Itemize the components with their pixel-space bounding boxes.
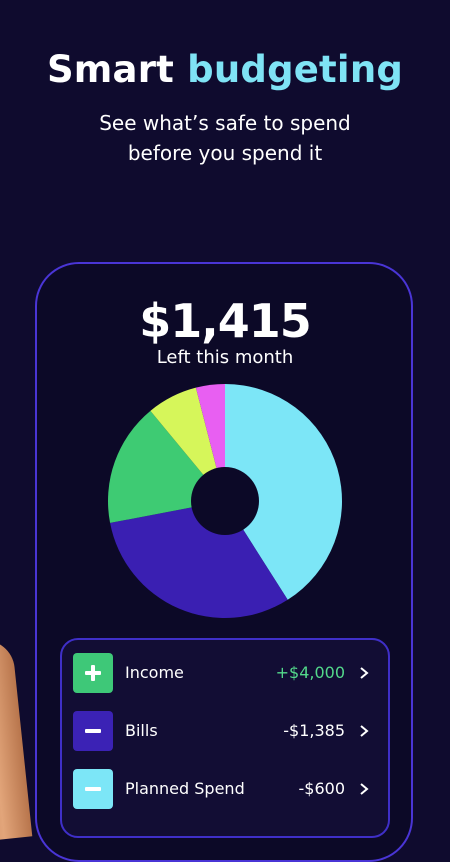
chevron-right-icon — [360, 783, 369, 795]
chevron-right-icon — [360, 667, 369, 679]
income-label: Income — [125, 663, 184, 682]
list-item-bills[interactable]: Bills -$1,385 — [73, 710, 383, 752]
bills-label: Bills — [125, 721, 158, 740]
planned-spend-label: Planned Spend — [125, 779, 245, 798]
income-value: +$4,000 — [275, 663, 345, 682]
list-item-planned-spend[interactable]: Planned Spend -$600 — [73, 768, 383, 810]
minus-icon — [85, 787, 101, 791]
income-badge — [73, 653, 113, 693]
donut-hole — [191, 467, 259, 535]
planned-spend-badge — [73, 769, 113, 809]
minus-icon — [85, 729, 101, 733]
bills-badge — [73, 711, 113, 751]
bills-value: -$1,385 — [283, 721, 345, 740]
plus-icon — [85, 665, 101, 681]
planned-spend-value: -$600 — [298, 779, 346, 798]
list-item-income[interactable]: Income +$4,000 — [73, 652, 383, 694]
chevron-right-icon — [360, 725, 369, 737]
